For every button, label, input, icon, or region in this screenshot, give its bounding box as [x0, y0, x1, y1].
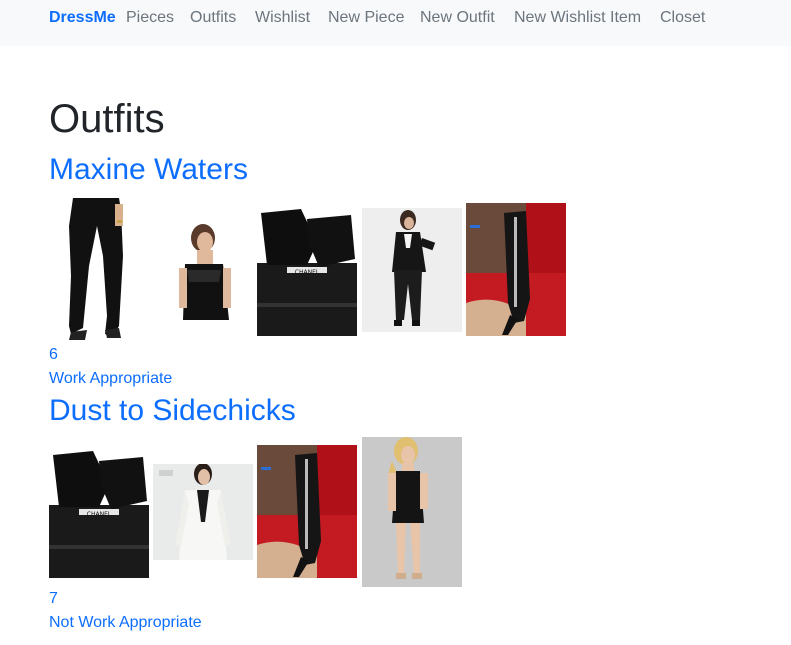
brand-link[interactable]: DressMe [49, 8, 116, 28]
nav-link-wishlist[interactable]: Wishlist [255, 8, 310, 28]
outfit-title-link[interactable]: Maxine Waters [49, 152, 248, 188]
nav-link-new-outfit[interactable]: New Outfit [420, 8, 495, 28]
outfit-tag-link[interactable]: Work Appropriate [49, 369, 172, 389]
outfit-tag-link[interactable]: Not Work Appropriate [49, 613, 202, 633]
nav-link-closet[interactable]: Closet [660, 8, 705, 28]
nav-link-outfits[interactable]: Outfits [190, 8, 236, 28]
chanel-black-gloves-image[interactable]: CHANEL [257, 203, 357, 336]
svg-text:CHANEL: CHANEL [295, 269, 320, 276]
page-title: Outfits [49, 97, 165, 141]
white-blazer-image[interactable] [153, 464, 253, 560]
zipper-heel-boot-image[interactable] [466, 203, 566, 336]
outfit-title-link[interactable]: Dust to Sidechicks [49, 393, 296, 429]
nav-link-new-piece[interactable]: New Piece [328, 8, 404, 28]
nav-link-pieces[interactable]: Pieces [126, 8, 174, 28]
navbar: DressMe Pieces Outfits Wishlist New Piec… [0, 0, 791, 46]
outfit-id-link[interactable]: 6 [49, 345, 58, 365]
black-suit-outfit-image[interactable] [362, 208, 462, 332]
svg-text:CHANEL: CHANEL [87, 511, 112, 518]
black-trousers-image[interactable] [49, 196, 128, 342]
zipper-heel-boot-image[interactable] [257, 445, 357, 578]
black-lace-camisole-image[interactable] [153, 222, 253, 320]
chanel-black-gloves-image[interactable]: CHANEL [49, 445, 149, 578]
outfit-id-link[interactable]: 7 [49, 589, 58, 609]
nav-link-new-wishlist-item[interactable]: New Wishlist Item [514, 8, 641, 28]
black-mini-dress-image[interactable] [362, 437, 462, 587]
